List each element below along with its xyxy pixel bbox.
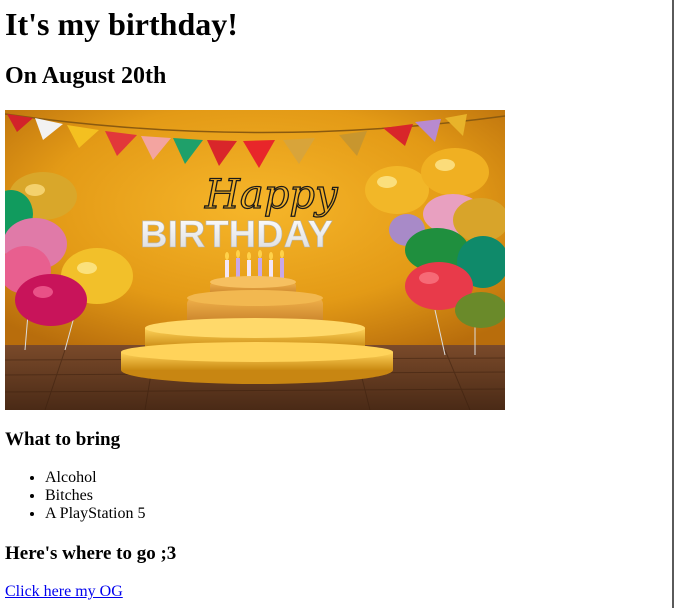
cake-stand-icon [121,318,393,384]
list-item: A PlayStation 5 [45,505,145,523]
list-item: Alcohol [45,469,145,487]
date-heading: On August 20th [5,63,167,89]
where-to-go-heading: Here's where to go ;3 [5,543,177,564]
birthday-image: Happy BIRTHDAY [5,110,505,410]
list-item: Bitches [45,487,145,505]
birthday-banner-text: BIRTHDAY [140,214,333,256]
bring-list: Alcohol Bitches A PlayStation 5 [5,469,145,523]
happy-script-text: Happy [204,172,339,218]
what-to-bring-heading: What to bring [5,429,121,450]
page-title: It's my birthday! [5,6,238,42]
location-link[interactable]: Click here my OG [5,582,123,601]
